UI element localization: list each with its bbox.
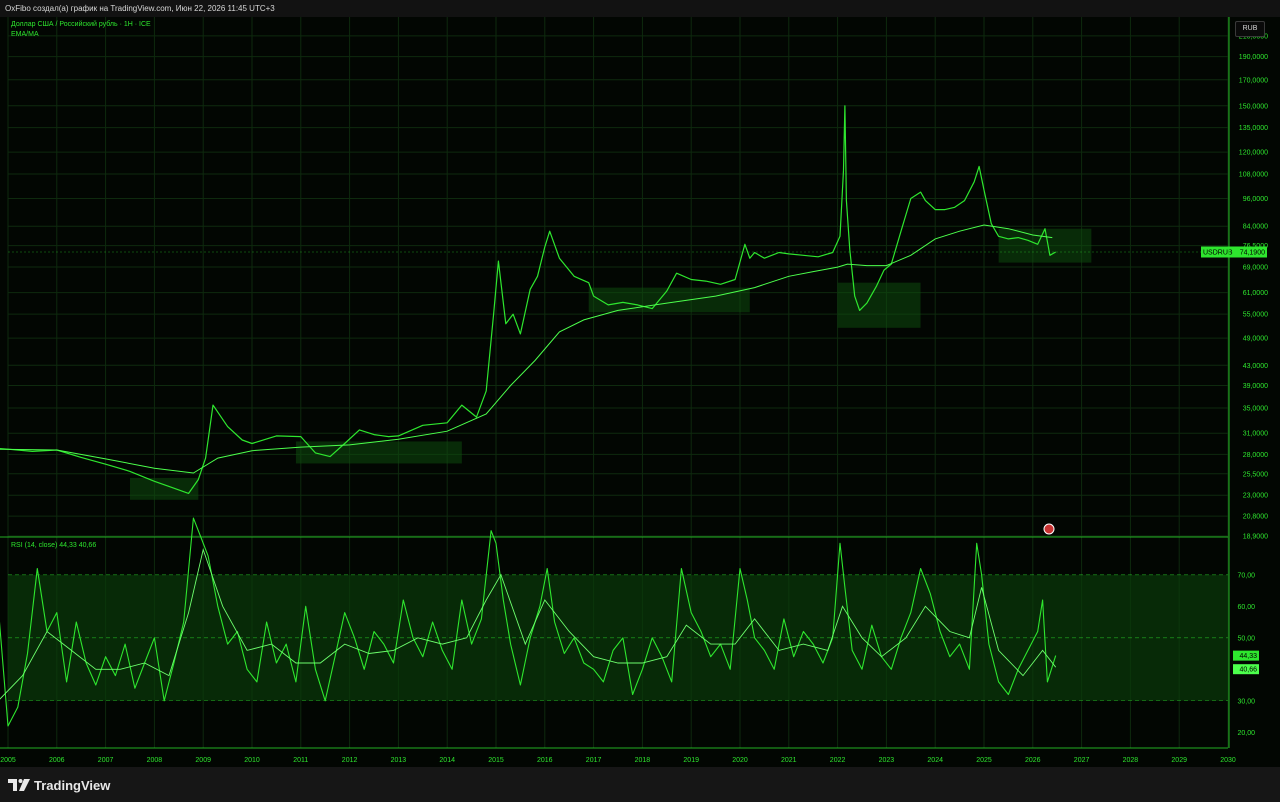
tradingview-logo[interactable]: TradingView [8,776,110,794]
y-tick-label: 28,0000 [1243,452,1268,459]
x-tick-label: 2006 [49,757,65,764]
y-tick-label: 39,0000 [1243,383,1268,390]
highlight-box [837,282,921,328]
x-tick-label: 2005 [0,757,16,764]
y-tick-label: 25,5000 [1243,471,1268,478]
y-tick-label: 69,0000 [1243,265,1268,272]
x-tick-label: 2016 [537,757,553,764]
rsi-y-tick-label: 70,00 [1237,572,1255,579]
rsi-value-tag-text: 44,33 [1239,653,1257,660]
event-flag-icon [1043,523,1055,535]
y-tick-label: 23,0000 [1243,493,1268,500]
rsi-legend[interactable]: RSI (14, close) 44,33 40,66 [11,542,96,549]
x-tick-label: 2020 [732,757,748,764]
y-tick-label: 35,0000 [1243,406,1268,413]
price-tag-value: 74,1900 [1240,249,1265,256]
highlight-box [130,477,199,500]
chart-area[interactable]: 2005 2006 2007 2008 2009 2010 2011 2012 2013 2014… [0,17,1280,767]
chart-svg[interactable]: 2005 2006 2007 2008 2009 2010 2011 2012 2013 2014… [0,17,1280,767]
y-tick-label: 150,0000 [1239,103,1268,110]
y-tick-label: 43,0000 [1243,363,1268,370]
y-tick-label: 55,0000 [1243,312,1268,319]
x-tick-label: 2011 [293,757,308,764]
x-tick-label: 2008 [147,757,163,764]
rsi-ma-value-tag-text: 40,66 [1239,667,1257,674]
highlight-box [998,228,1092,263]
rsi-y-tick-label: 50,00 [1237,635,1255,642]
x-tick-label: 2025 [976,757,992,764]
x-tick-label: 2013 [391,757,407,764]
x-tick-label: 2023 [879,757,895,764]
x-tick-label: 2029 [1171,757,1187,764]
x-tick-label: 2009 [195,757,211,764]
highlight-box [588,287,750,313]
currency-button[interactable]: RUB [1235,21,1265,37]
x-tick-label: 2028 [1123,757,1139,764]
price-tag-symbol: USDRUB [1203,249,1233,256]
x-tick-label: 2007 [98,757,114,764]
ema-line [0,224,1053,474]
x-tick-label: 2027 [1074,757,1090,764]
y-tick-label: 49,0000 [1243,336,1268,343]
x-tick-label: 2022 [830,757,846,764]
x-tick-label: 2010 [244,757,260,764]
highlight-box-layer [130,228,1092,500]
x-tick-label: 2018 [635,757,651,764]
x-tick-label: 2015 [488,757,504,764]
tradingview-brand: TradingView [34,777,111,793]
y-tick-label: 20,8000 [1243,514,1268,521]
x-tick-label: 2030 [1220,757,1236,764]
symbol-legend[interactable]: Доллар США / Российский рубль · 1Н · ICE [11,21,151,28]
y-tick-label: 108,0000 [1239,172,1268,179]
header-title: OxFibo создал(а) график на TradingView.c… [0,0,1280,17]
x-tick-label: 2017 [586,757,602,764]
y-tick-label: 170,0000 [1239,77,1268,84]
highlight-box [295,441,462,464]
y-tick-label: 96,0000 [1243,196,1268,203]
y-tick-label: 18,9000 [1243,534,1268,541]
rsi-y-tick-label: 60,00 [1237,604,1255,611]
y-tick-label: 120,0000 [1239,150,1268,157]
y-tick-label: 135,0000 [1239,125,1268,132]
y-tick-label: 84,0000 [1243,224,1268,231]
rsi-y-tick-label: 30,00 [1237,698,1255,705]
rsi-series-layer [0,517,1228,727]
x-tick-label: 2019 [683,757,699,764]
rsi-y-tick-label: 20,00 [1237,730,1255,737]
x-tick-label: 2012 [342,757,358,764]
y-tick-label: 61,0000 [1243,290,1268,297]
indicator-legend[interactable]: EMA/MA [11,31,39,38]
y-tick-label: 31,0000 [1243,431,1268,438]
x-tick-label: 2024 [927,757,943,764]
y-tick-label: 190,0000 [1239,54,1268,61]
footer-bar: TradingView [0,767,1280,802]
x-tick-label: 2026 [1025,757,1041,764]
x-tick-label: 2021 [781,757,797,764]
x-tick-label: 2014 [439,757,455,764]
tradingview-logo-icon [8,779,30,791]
